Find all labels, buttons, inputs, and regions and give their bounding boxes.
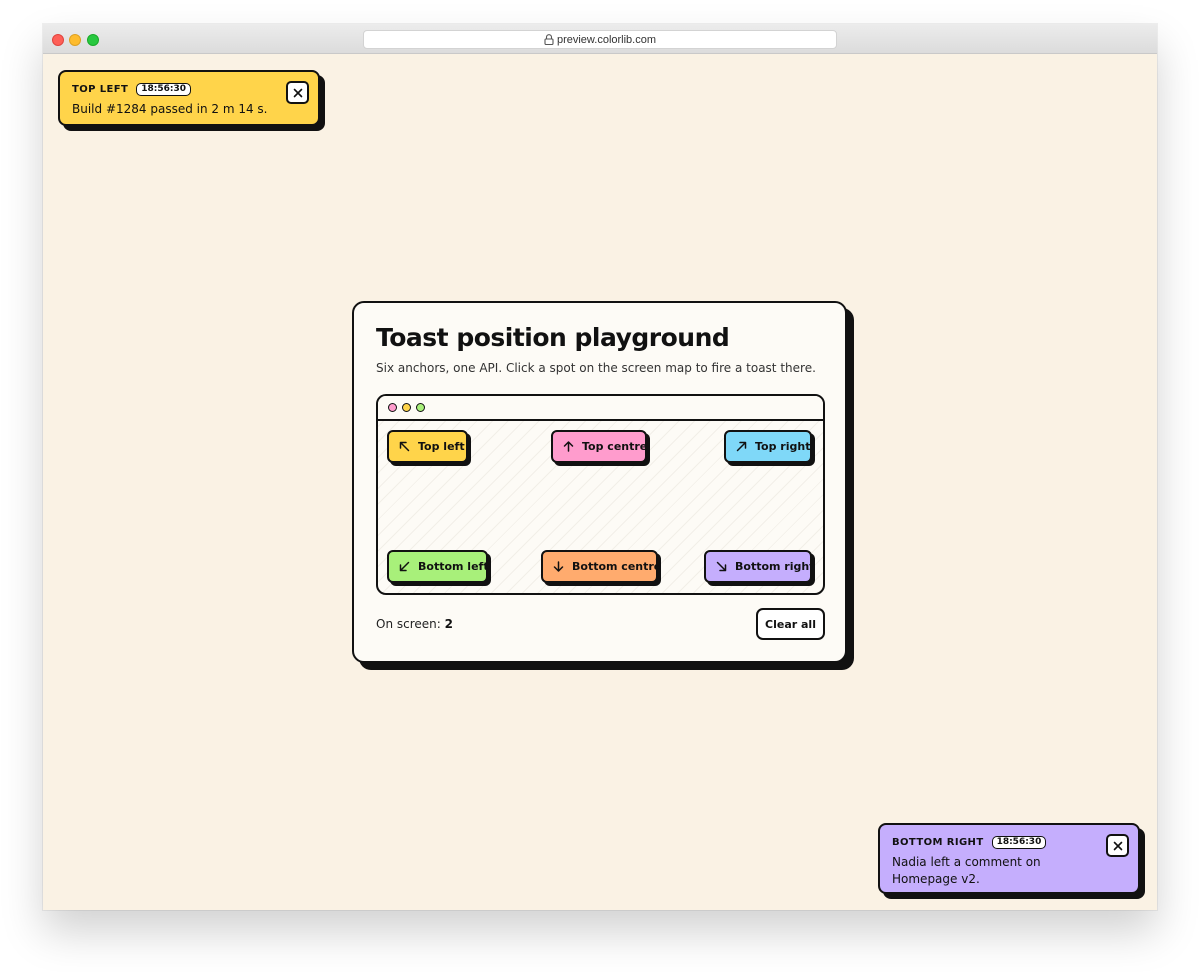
toast-top-left: TOP LEFT 18:56:30 Build #1284 passed in … — [58, 70, 320, 126]
arrow-down-left-icon — [399, 561, 410, 572]
maximize-window-button[interactable] — [87, 34, 99, 46]
bottom-centre-label: Bottom centre — [572, 560, 662, 573]
toast-close-button[interactable] — [286, 81, 309, 104]
toast-close-button[interactable] — [1106, 834, 1129, 857]
top-centre-button[interactable]: Top centre — [551, 430, 647, 463]
toast-position-label: TOP LEFT — [72, 83, 129, 95]
on-screen-label: On screen: — [376, 617, 445, 631]
map-dot-yellow — [402, 403, 411, 412]
bottom-right-label: Bottom right — [735, 560, 815, 573]
toast-timestamp: 18:56:30 — [136, 82, 191, 96]
page-subtitle: Six anchors, one API. Click a spot on th… — [376, 361, 816, 375]
top-centre-label: Top centre — [582, 440, 648, 453]
card-footer: On screen: 2 Clear all — [376, 608, 825, 640]
toast-bottom-right: BOTTOM RIGHT 18:56:30 Nadia left a comme… — [878, 823, 1140, 894]
arrow-up-right-icon — [736, 441, 747, 452]
screen-map-titlebar — [378, 396, 823, 421]
arrow-up-icon — [563, 441, 574, 452]
toast-timestamp: 18:56:30 — [991, 835, 1047, 849]
bottom-left-label: Bottom left — [418, 560, 489, 573]
toast-position-label: BOTTOM RIGHT — [892, 836, 984, 848]
arrow-down-right-icon — [716, 561, 727, 572]
close-icon — [293, 88, 302, 97]
clear-all-button[interactable]: Clear all — [756, 608, 825, 640]
address-bar[interactable]: preview.colorlib.com — [363, 30, 837, 49]
map-dot-green — [416, 403, 425, 412]
on-screen-counter: On screen: 2 — [376, 617, 453, 631]
toast-message: Build #1284 passed in 2 m 14 s. — [72, 102, 268, 116]
top-right-button[interactable]: Top right — [724, 430, 812, 463]
top-right-label: Top right — [755, 440, 811, 453]
on-screen-count: 2 — [444, 617, 453, 631]
close-icon — [1113, 841, 1122, 850]
arrow-down-icon — [553, 561, 564, 572]
top-left-label: Top left — [418, 440, 465, 453]
playground-card: Toast position playground Six anchors, o… — [352, 301, 847, 663]
arrow-up-left-icon — [399, 441, 410, 452]
toast-message: Nadia left a comment on Homepage v2. — [892, 855, 1041, 886]
bottom-left-button[interactable]: Bottom left — [387, 550, 489, 583]
bottom-centre-button[interactable]: Bottom centre — [541, 550, 662, 583]
lock-icon — [544, 34, 554, 45]
page-title: Toast position playground — [376, 323, 730, 352]
screen-map: Top left Top centre Top right Bottom lef… — [376, 394, 825, 595]
address-text: preview.colorlib.com — [556, 33, 657, 46]
minimize-window-button[interactable] — [69, 34, 81, 46]
browser-window: preview.colorlib.com TOP LEFT 18:56:30 B… — [43, 24, 1157, 910]
bottom-right-button[interactable]: Bottom right — [704, 550, 815, 583]
top-left-button[interactable]: Top left — [387, 430, 468, 463]
close-window-button[interactable] — [52, 34, 64, 46]
browser-titlebar: preview.colorlib.com — [43, 24, 1157, 54]
map-dot-pink — [388, 403, 397, 412]
